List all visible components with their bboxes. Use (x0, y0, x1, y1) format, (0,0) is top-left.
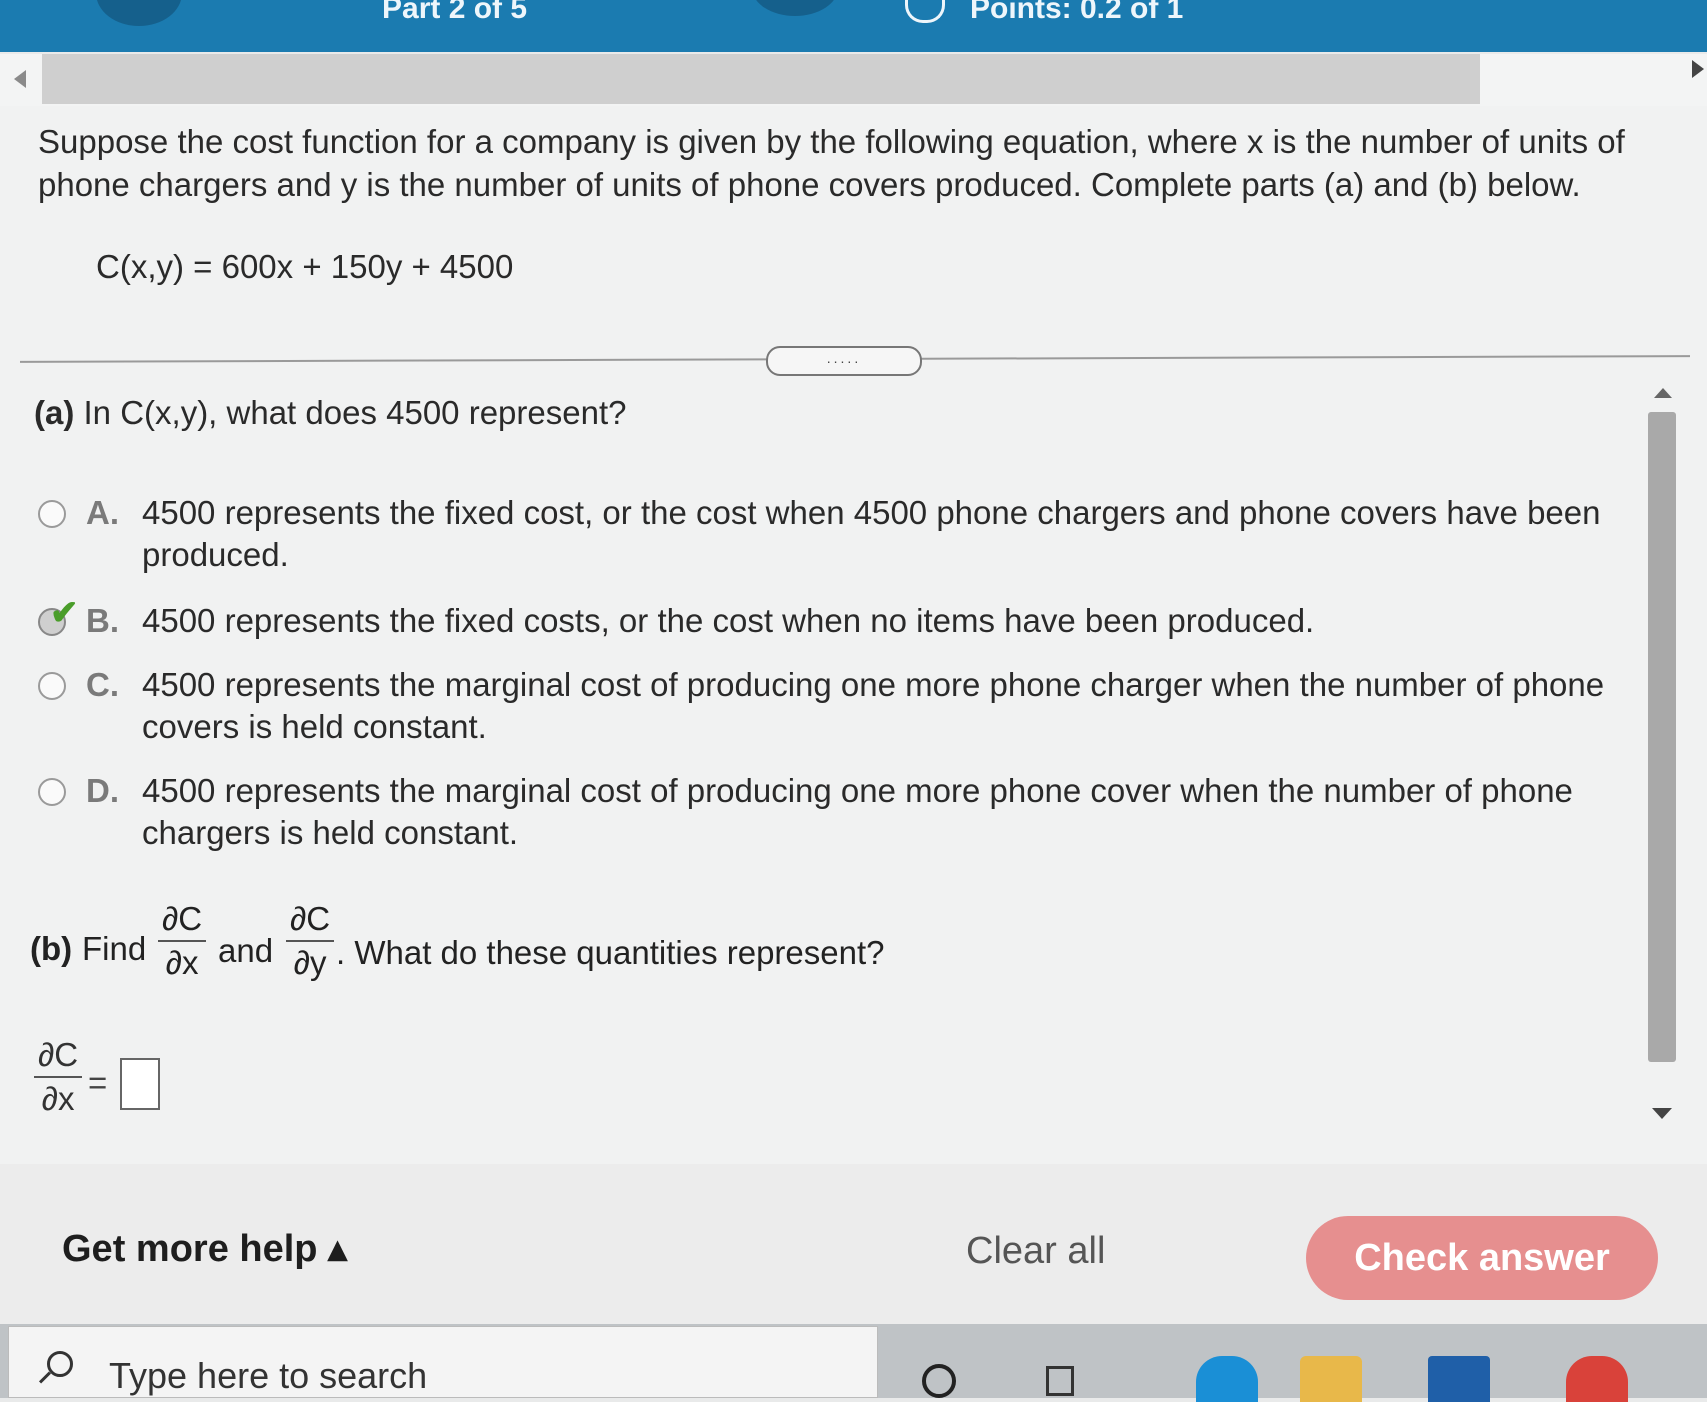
option-a-letter: A. (86, 494, 119, 531)
option-c-letter: C. (86, 666, 119, 703)
option-d-letter: D. (86, 772, 119, 809)
option-c-text: 4500 represents the marginal cost of pro… (142, 666, 1605, 745)
search-icon (47, 1351, 73, 1377)
chrome-icon[interactable] (1566, 1356, 1628, 1402)
taskbar-search-placeholder: Type here to search (109, 1355, 428, 1396)
horizontal-scrollbar[interactable] (0, 54, 1707, 106)
part-b-question: . What do these quantities represent? (336, 934, 885, 971)
option-b-letter: B. (86, 602, 119, 639)
option-d-radio[interactable] (38, 778, 66, 806)
equals-sign: = (88, 1064, 108, 1101)
get-more-help-button[interactable]: Get more help ▴ (62, 1226, 347, 1271)
fraction-numerator: ∂C (34, 1036, 83, 1078)
part-b-and: and (218, 932, 274, 969)
option-a-text: 4500 represents the fixed cost, or the c… (142, 494, 1601, 573)
scroll-down-icon[interactable] (1652, 1108, 1672, 1119)
scroll-right-icon[interactable] (1692, 60, 1704, 78)
vertical-scroll-thumb[interactable] (1648, 412, 1676, 1062)
dC-dx-answer-input[interactable] (120, 1058, 160, 1110)
scroll-up-icon[interactable] (1654, 388, 1672, 398)
option-a-radio[interactable] (38, 500, 66, 528)
option-c-radio[interactable] (38, 672, 66, 700)
fraction-denominator: ∂y (293, 944, 327, 981)
taskbar-search-box[interactable]: Type here to search (8, 1326, 878, 1398)
edge-browser-icon[interactable] (1196, 1356, 1258, 1402)
scroll-left-icon[interactable] (14, 70, 26, 88)
fraction-numerator: ∂C (286, 900, 335, 942)
part-indicator: Part 2 of 5 (382, 0, 528, 25)
points-icon (905, 0, 945, 23)
option-b-text: 4500 represents the fixed costs, or the … (142, 602, 1315, 639)
vertical-scrollbar[interactable] (1640, 380, 1682, 1130)
correct-check-icon: ✔ (50, 594, 79, 632)
expand-divider-button[interactable]: ..... (766, 346, 922, 376)
fraction-denominator: ∂x (41, 1080, 75, 1117)
part-a-text: In C(x,y), what does 4500 represent? (83, 394, 627, 431)
dC-dx-fraction: ∂C ∂x (158, 900, 207, 982)
dC-dy-fraction: ∂C ∂y (286, 900, 335, 982)
part-b-find: Find (82, 930, 147, 967)
horizontal-scroll-thumb[interactable] (42, 54, 1480, 104)
fraction-denominator: ∂x (165, 944, 199, 981)
top-header-bar: Part 2 of 5 Points: 0.2 of 1 (0, 0, 1707, 52)
file-explorer-icon[interactable] (1300, 1356, 1362, 1402)
mail-icon[interactable] (1428, 1356, 1490, 1402)
check-answer-button[interactable]: Check answer (1306, 1216, 1658, 1300)
question-intro: Suppose the cost function for a company … (38, 123, 1625, 203)
cortana-icon[interactable] (922, 1364, 956, 1398)
header-nav-shape (752, 0, 838, 16)
task-view-icon[interactable] (1046, 1366, 1074, 1396)
part-b-label: (b) (30, 930, 73, 967)
points-indicator: Points: 0.2 of 1 (970, 0, 1184, 25)
part-a-label: (a) (34, 394, 75, 431)
answer-dC-dx-fraction: ∂C ∂x (34, 1036, 83, 1118)
part-a-prompt: (a) In C(x,y), what does 4500 represent? (34, 394, 626, 432)
cost-equation: C(x,y) = 600x + 150y + 4500 (96, 248, 514, 285)
fraction-numerator: ∂C (158, 900, 207, 942)
clear-all-button[interactable]: Clear all (966, 1230, 1105, 1273)
header-avatar-shape (96, 0, 182, 26)
option-d-text: 4500 represents the marginal cost of pro… (142, 772, 1573, 851)
